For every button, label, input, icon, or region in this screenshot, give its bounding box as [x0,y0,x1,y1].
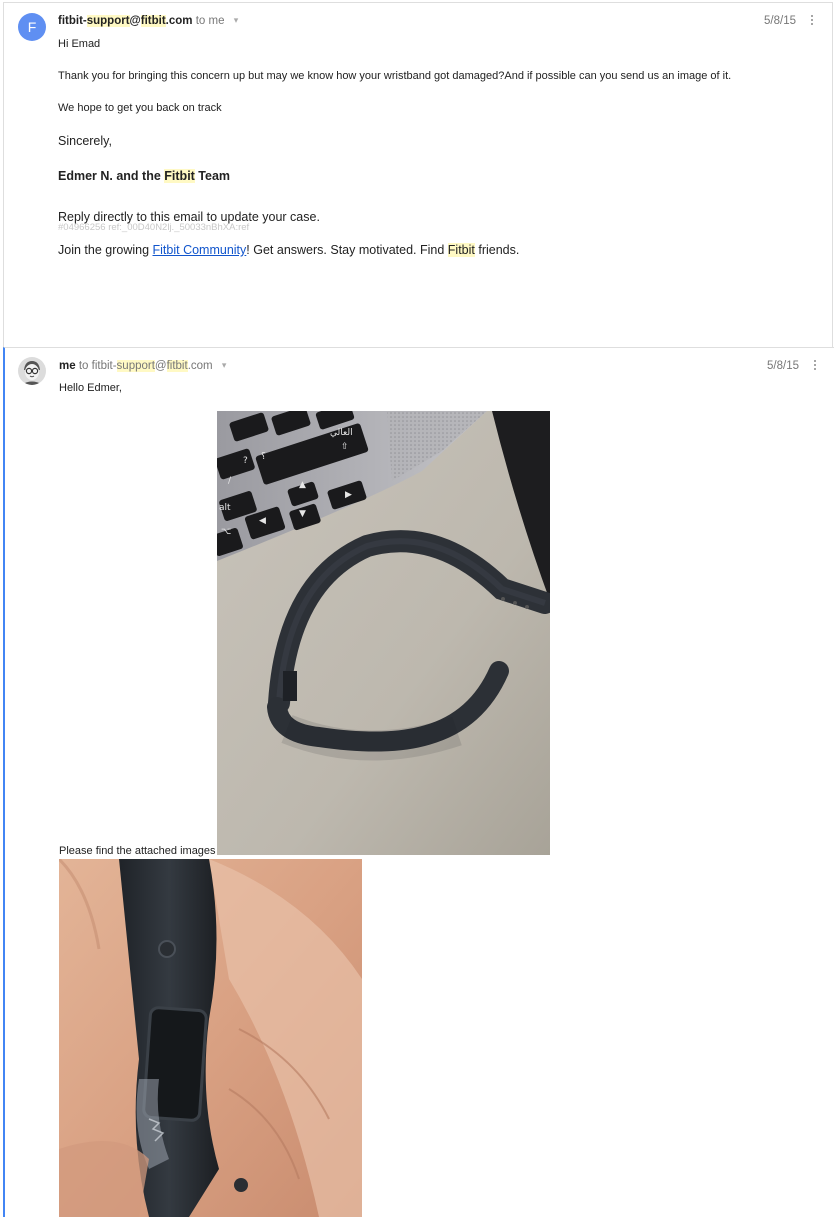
fitbit-community-link[interactable]: Fitbit Community [153,243,247,257]
closing: Sincerely, [58,134,112,148]
svg-text:?: ? [243,456,248,466]
sender-email[interactable]: fitbit-support@fitbit.com [58,15,193,27]
svg-text:؟: ؟ [261,452,266,462]
sender-avatar[interactable]: F [18,13,46,41]
svg-text:▶: ▶ [345,490,352,500]
body-paragraph: We hope to get you back on track [58,102,222,114]
svg-text:alt: alt [219,503,231,513]
details-caret-icon[interactable]: ▾ [222,360,227,370]
svg-text:⌥: ⌥ [221,527,231,537]
body-paragraph: Thank you for bringing this concern up b… [58,70,732,82]
user-avatar-icon[interactable] [18,357,46,385]
email-message-me: me to fitbit-support@fitbit.com ▾ 5/8/15… [3,347,834,1217]
greeting: Hello Edmer, [59,382,122,394]
more-options-icon[interactable] [813,358,817,372]
signature: Edmer N. and the Fitbit Team [58,169,231,183]
more-options-icon[interactable] [810,13,814,27]
broken-band-on-laptop-photo[interactable]: العالي ⇧ ? ؟ / ▲ ◀ ▼ ▶ alt ⌥ [211,402,556,855]
svg-text:▼: ▼ [299,509,306,519]
case-reference: #04966256 ref:_00D40N2lj._50033nBhXA:ref [58,222,250,233]
email-message-fitbit: F fitbit-support@fitbit.com to me ▾ 5/8/… [3,2,833,347]
svg-text:▲: ▲ [299,480,306,490]
svg-text:◀: ◀ [259,516,266,526]
message-date[interactable]: 5/8/15 [767,360,799,372]
recipient-email[interactable]: fitbit-support@fitbit.com [92,360,213,372]
community-line: Join the growing Fitbit Community! Get a… [58,243,520,257]
message-date[interactable]: 5/8/15 [764,15,796,27]
sender-name[interactable]: me [59,360,76,372]
svg-text:العالي: العالي [330,428,353,438]
details-caret-icon[interactable]: ▾ [234,15,239,25]
attachment-note: Please find the attached images [59,845,216,857]
svg-text:⇧: ⇧ [341,442,349,452]
sender-line: me to fitbit-support@fitbit.com ▾ [59,360,227,372]
sender-line: fitbit-support@fitbit.com to me ▾ [58,15,238,27]
greeting: Hi Emad [58,38,101,50]
band-in-hand-photo[interactable] [57,857,362,1217]
recipient-label[interactable]: to me [196,15,225,27]
